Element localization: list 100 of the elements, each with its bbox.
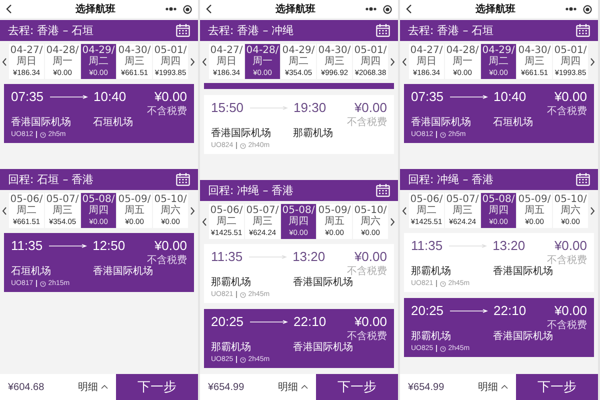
tax-note: 不含税费 xyxy=(347,264,387,277)
date-label: 04-29/周二 xyxy=(81,46,116,67)
chevron-left-icon[interactable] xyxy=(2,206,7,214)
back-icon[interactable] xyxy=(406,4,412,14)
chevron-left-icon[interactable] xyxy=(202,58,207,66)
clock-icon xyxy=(40,280,46,286)
total-price: ¥654.99 xyxy=(208,382,246,392)
calendar-icon[interactable] xyxy=(176,173,190,186)
arrival-airport: 那霸机场 xyxy=(293,126,333,140)
tax-note: 不含税费 xyxy=(347,116,387,129)
chevron-left-icon[interactable] xyxy=(402,58,407,66)
date-label: 04-27/周日 xyxy=(409,46,444,67)
arrival-time: 13:20 xyxy=(492,239,526,253)
departure-airport: 那霸机场 xyxy=(411,264,452,278)
calendar-icon[interactable] xyxy=(376,24,390,37)
departure-time: 07:35 xyxy=(411,90,444,104)
target-icon[interactable] xyxy=(383,4,392,14)
arrival-airport: 石垣机场 xyxy=(493,116,533,129)
arrival-time: 22:10 xyxy=(494,304,526,318)
date-label: 05-08/周四 xyxy=(281,206,316,227)
chevron-right-icon[interactable] xyxy=(390,218,395,226)
clock-icon xyxy=(440,280,446,286)
more-icon[interactable] xyxy=(165,6,177,12)
tax-note: 不含税费 xyxy=(547,318,587,331)
date-label: 05-06/周二 xyxy=(409,195,444,216)
chevron-left-icon[interactable] xyxy=(202,218,207,226)
departure-airport: 那霸机场 xyxy=(411,330,452,343)
fare-price: ¥0.00 xyxy=(554,304,587,318)
arrival-time: 19:30 xyxy=(294,101,326,115)
chevron-right-icon[interactable] xyxy=(590,206,595,214)
next-step-button[interactable]: 下一步 xyxy=(316,374,398,400)
more-icon[interactable] xyxy=(565,6,577,12)
departure-time: 11:35 xyxy=(11,239,43,253)
departure-airport: 那霸机场 xyxy=(211,276,252,289)
date-label: 05-10/周六 xyxy=(353,206,388,227)
date-label: 04-30/周三 xyxy=(317,46,352,67)
arrival-airport: 石垣机场 xyxy=(93,116,133,129)
departure-airport: 石垣机场 xyxy=(11,264,52,278)
fare-price: ¥0.00 xyxy=(554,239,587,253)
date-label: 05-01/周四 xyxy=(553,46,588,67)
date-label: 05-09/周五 xyxy=(117,195,152,216)
chevron-right-icon[interactable] xyxy=(190,206,195,214)
departure-airport: 香港国际机场 xyxy=(411,116,472,129)
tax-note: 不含税费 xyxy=(547,254,587,266)
date-label: 04-30/周三 xyxy=(517,46,552,67)
date-label: 05-01/周四 xyxy=(153,46,188,67)
date-label: 05-10/周六 xyxy=(553,195,588,216)
date-label: 05-06/周二 xyxy=(9,195,44,216)
details-link[interactable]: 明细 xyxy=(478,380,498,394)
arrival-airport: 香港国际机场 xyxy=(93,264,153,278)
target-icon[interactable] xyxy=(583,4,592,14)
details-link[interactable]: 明细 xyxy=(278,380,298,394)
clock-icon xyxy=(240,292,246,298)
departure-airport: 香港国际机场 xyxy=(211,126,272,140)
date-label: 04-28/周一 xyxy=(45,46,80,67)
caret-icon[interactable] xyxy=(501,385,508,389)
total-price: ¥654.99 xyxy=(408,382,446,392)
chevron-left-icon[interactable] xyxy=(2,58,7,66)
next-step-button[interactable]: 下一步 xyxy=(516,374,598,400)
details-link[interactable]: 明细 xyxy=(78,380,98,394)
fare-price: ¥0.00 xyxy=(354,315,387,329)
chevron-left-icon[interactable] xyxy=(402,206,407,214)
arrival-time: 10:40 xyxy=(494,90,526,104)
chevron-right-icon[interactable] xyxy=(190,58,195,66)
target-icon[interactable] xyxy=(183,4,192,14)
arrival-airport: 香港国际机场 xyxy=(493,264,553,278)
chevron-right-icon[interactable] xyxy=(390,58,395,66)
fare-price: ¥0.00 xyxy=(354,101,387,115)
route-title: 去程: 香港 – 石垣 xyxy=(8,23,94,38)
departure-time: 11:35 xyxy=(211,250,243,264)
calendar-icon[interactable] xyxy=(576,24,590,37)
route-title: 回程: 石垣 – 香港 xyxy=(8,172,94,187)
tax-note: 不含税费 xyxy=(147,254,187,266)
date-label: 05-08/周四 xyxy=(81,195,116,216)
arrow-icon xyxy=(48,244,87,248)
caret-icon[interactable] xyxy=(301,385,308,389)
clock-icon xyxy=(40,132,46,138)
back-icon[interactable] xyxy=(6,4,12,14)
date-label: 05-08/周四 xyxy=(481,195,516,216)
more-icon[interactable] xyxy=(365,6,377,12)
departure-time: 20:25 xyxy=(411,304,444,318)
calendar-icon[interactable] xyxy=(376,184,390,197)
departure-time: 15:50 xyxy=(211,101,244,115)
next-step-button[interactable]: 下一步 xyxy=(116,374,198,400)
date-label: 04-27/周日 xyxy=(9,46,44,67)
departure-airport: 香港国际机场 xyxy=(11,116,72,129)
calendar-icon[interactable] xyxy=(576,173,590,186)
date-label: 05-09/周五 xyxy=(317,206,352,227)
clock-icon xyxy=(440,346,446,352)
caret-icon[interactable] xyxy=(101,385,108,389)
date-label: 05-09/周五 xyxy=(517,195,552,216)
tax-note: 不含税费 xyxy=(547,104,587,118)
chevron-right-icon[interactable] xyxy=(590,58,595,66)
date-label: 04-28/周一 xyxy=(245,46,280,67)
back-icon[interactable] xyxy=(206,4,212,14)
route-title: 回程: 冲绳 – 香港 xyxy=(208,183,294,198)
calendar-icon[interactable] xyxy=(176,24,190,37)
fare-price: ¥0.00 xyxy=(154,239,187,253)
arrow-icon xyxy=(450,95,488,99)
route-title: 回程: 冲绳 – 香港 xyxy=(408,172,494,187)
